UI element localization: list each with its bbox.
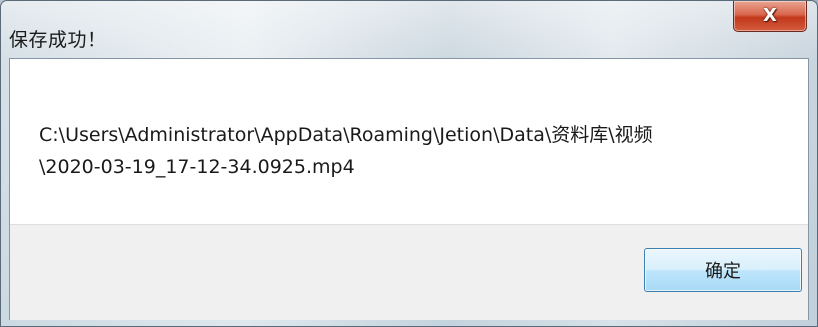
title-bar[interactable]: 保存成功！ X	[1, 1, 817, 59]
saved-file-path-message: C:\Users\Administrator\AppData\Roaming\J…	[39, 124, 653, 178]
dialog-title: 保存成功！	[9, 29, 107, 51]
close-icon: X	[763, 5, 777, 26]
save-success-dialog: 保存成功！ X C:\Users\Administrator\AppData\R…	[0, 0, 818, 327]
message-area: C:\Users\Administrator\AppData\Roaming\J…	[10, 59, 808, 224]
ok-button[interactable]: 确定	[644, 248, 802, 292]
close-button[interactable]: X	[733, 1, 807, 32]
button-area: 确定	[10, 224, 808, 320]
dialog-client-area: C:\Users\Administrator\AppData\Roaming\J…	[9, 58, 809, 320]
